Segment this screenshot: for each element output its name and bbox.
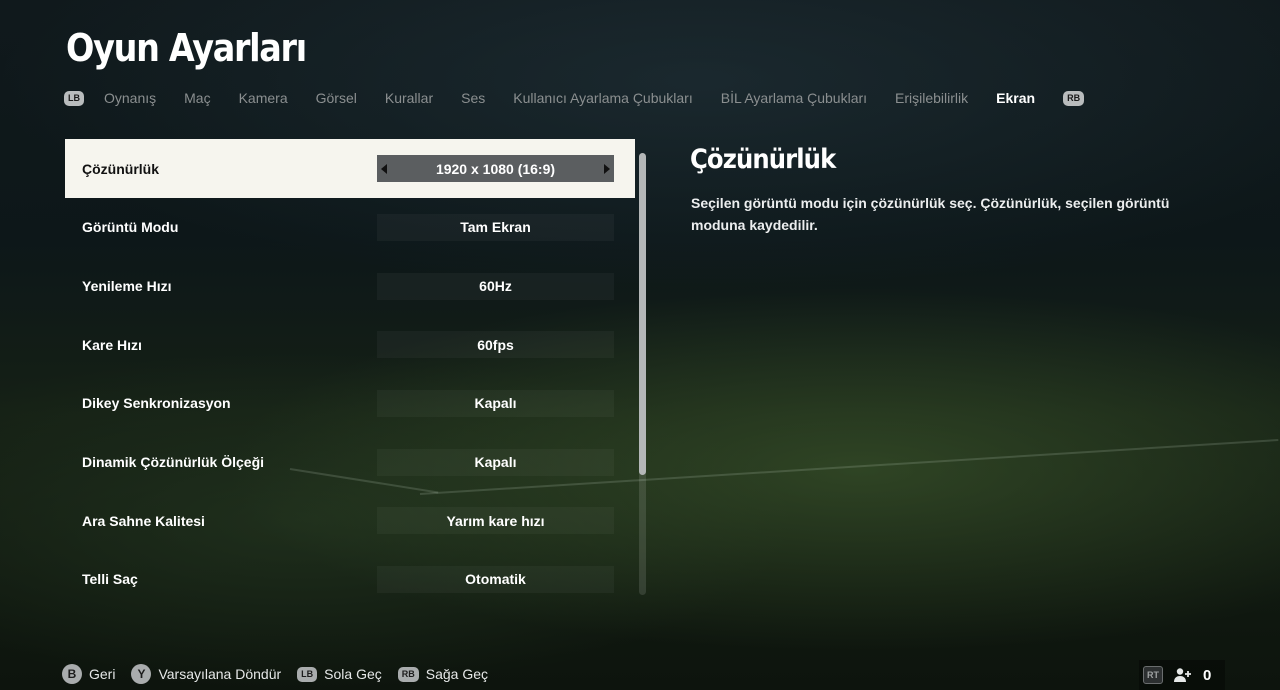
setting-value[interactable]: Kapalı [377,448,614,476]
setting-label: Çözünürlük [82,160,159,177]
tab-kurallar[interactable]: Kurallar [385,90,433,106]
setting-value: 1920 x 1080 (16:9) [435,160,556,177]
setting-value[interactable]: Kapalı [377,389,614,417]
y-button-icon: Y [131,664,152,684]
setting-label: Ara Sahne Kalitesi [82,512,205,529]
b-button-icon: B [62,664,82,684]
setting-label: Yenileme Hızı [82,278,172,295]
setting-value[interactable]: Yarım kare hızı [377,507,614,535]
page-title: Oyun Ayarları [66,26,307,70]
tab-bil-ayarlama[interactable]: BİL Ayarlama Çubukları [721,90,867,106]
friends-icon [1174,668,1191,682]
detail-description: Seçilen görüntü modu için çözünürlük seç… [691,195,1170,233]
rb-button-icon: RB [397,666,419,682]
setting-row-display-mode[interactable]: Görüntü Modu Tam Ekran [65,198,635,257]
setting-label: Telli Saç [82,571,138,588]
next-tab-button[interactable]: RB Sağa Geç [397,666,489,682]
tab-gorsel[interactable]: Görsel [316,90,357,106]
tab-ekran[interactable]: Ekran [996,90,1035,106]
footer-controls: B Geri Y Varsayılana Döndür LB Sola Geç … [62,664,504,684]
previous-tab-label: Sola Geç [324,666,382,682]
tab-ses[interactable]: Ses [461,90,485,106]
lb-bumper-icon[interactable]: LB [64,90,84,106]
setting-row-frame-rate[interactable]: Kare Hızı 60fps [65,315,635,374]
back-label: Geri [89,666,116,682]
tab-kamera[interactable]: Kamera [239,90,288,106]
rt-trigger-icon: RT [1143,666,1163,684]
setting-row-dynamic-resolution[interactable]: Dinamik Çözünürlük Ölçeği Kapalı [65,433,635,492]
tab-mac[interactable]: Maç [184,90,210,106]
tab-oynanis[interactable]: Oynanış [104,90,156,106]
setting-row-strand-hair[interactable]: Telli Saç Otomatik [65,550,635,609]
lb-button-icon: LB [297,666,318,682]
reset-label: Varsayılana Döndür [158,666,282,682]
friends-panel[interactable]: RT 0 [1139,660,1225,690]
setting-row-resolution[interactable]: Çözünürlük 1920 x 1080 (16:9) [65,139,635,198]
friends-count: 0 [1203,666,1212,684]
setting-label: Dinamik Çözünürlük Ölçeği [82,454,265,471]
back-button[interactable]: B Geri [62,664,115,684]
setting-label: Kare Hızı [82,336,142,353]
settings-list: Çözünürlük 1920 x 1080 (16:9) Görüntü Mo… [65,139,635,609]
setting-row-vsync[interactable]: Dikey Senkronizasyon Kapalı [65,374,635,433]
setting-label: Dikey Senkronizasyon [82,395,231,412]
setting-value[interactable]: 60fps [377,331,614,359]
scrollbar-thumb[interactable] [639,153,646,475]
previous-tab-button[interactable]: LB Sola Geç [297,666,382,682]
reset-defaults-button[interactable]: Y Varsayılana Döndür [131,664,281,684]
setting-row-cutscene-quality[interactable]: Ara Sahne Kalitesi Yarım kare hızı [65,491,635,550]
scrollbar[interactable] [639,153,646,595]
setting-value[interactable]: Otomatik [377,565,614,593]
rb-bumper-icon[interactable]: RB [1063,90,1085,106]
setting-row-refresh-rate[interactable]: Yenileme Hızı 60Hz [65,257,635,316]
detail-title: Çözünürlük [690,144,836,175]
arrow-right-icon[interactable] [604,163,610,174]
tab-erisilebilirlik[interactable]: Erişilebilirlik [895,90,968,106]
resolution-selector[interactable]: 1920 x 1080 (16:9) [377,155,614,182]
setting-value[interactable]: 60Hz [377,272,614,300]
arrow-left-icon[interactable] [381,163,387,174]
setting-label: Görüntü Modu [82,219,179,236]
next-tab-label: Sağa Geç [425,666,489,682]
setting-value[interactable]: Tam Ekran [377,213,614,241]
tab-bar: LB Oynanış Maç Kamera Görsel Kurallar Se… [64,88,1104,108]
tab-kullanici-ayarlama[interactable]: Kullanıcı Ayarlama Çubukları [513,90,693,106]
